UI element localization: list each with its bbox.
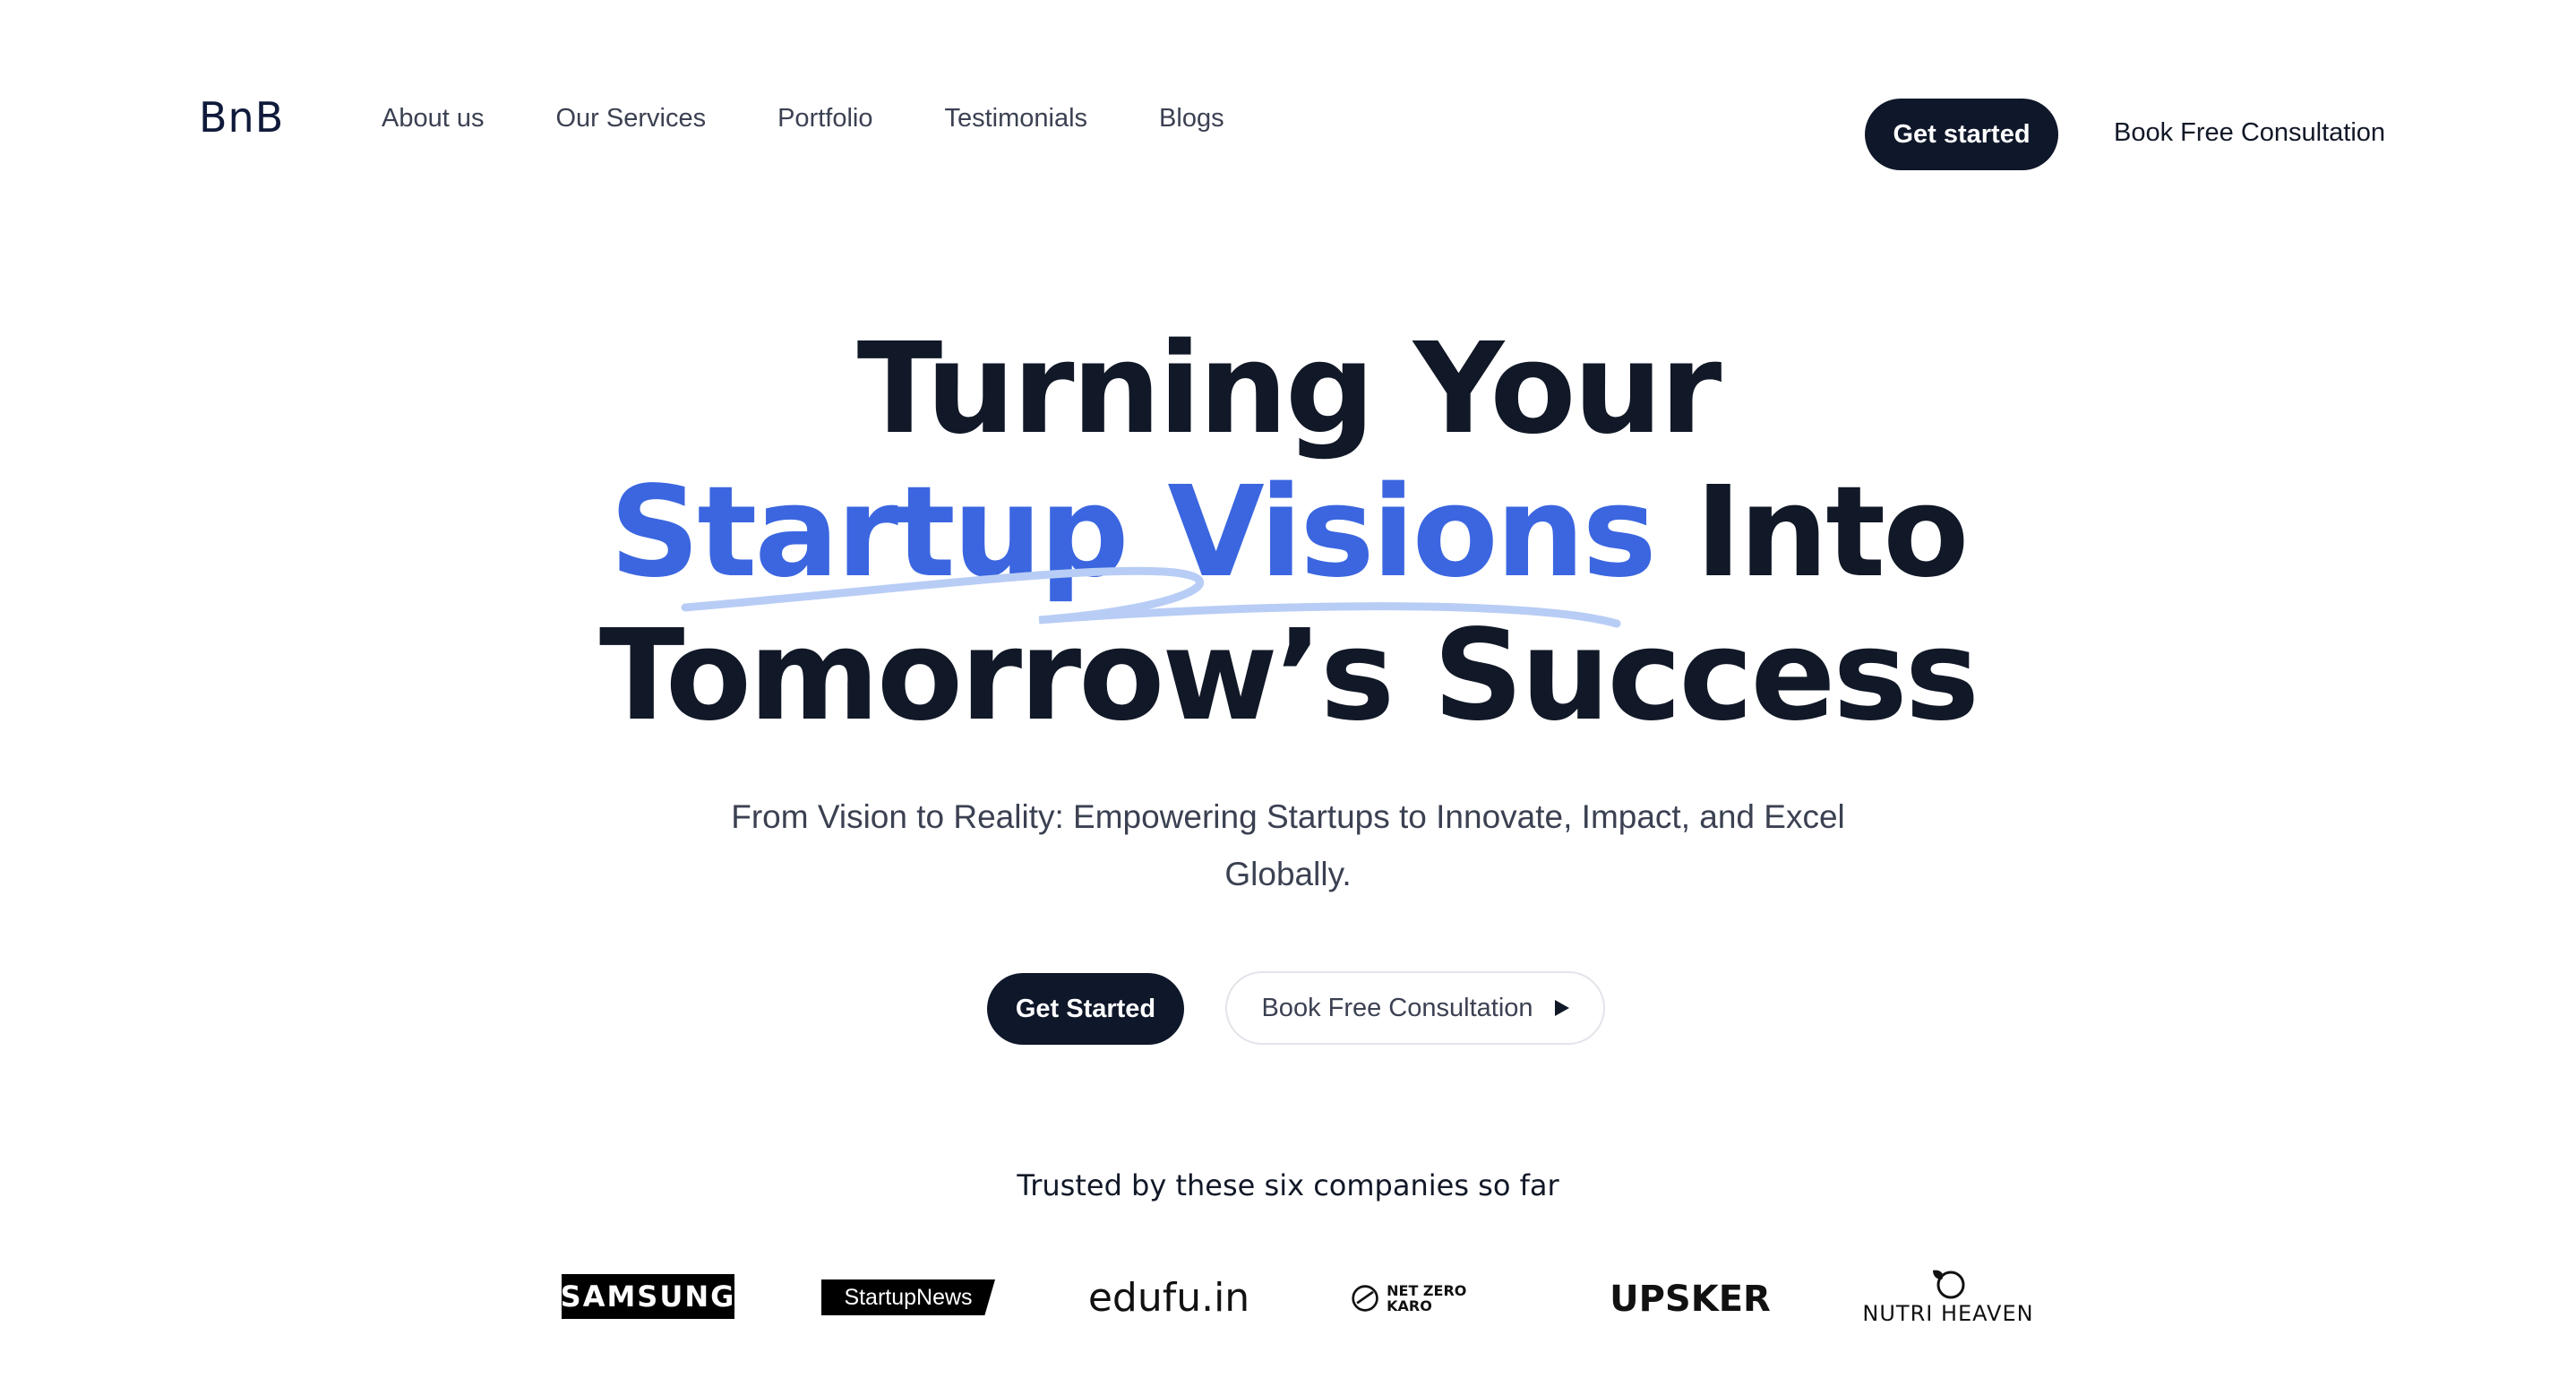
get-started-button[interactable]: Get Started (987, 973, 1184, 1045)
upsker-logo: UPSKER (1610, 1279, 1771, 1320)
trusted-heading: Trusted by these six companies so far (1017, 1168, 1559, 1202)
netzero-globe-icon (1352, 1285, 1378, 1312)
startupnews-logo: StartupNews (821, 1279, 995, 1315)
netzerokaro-logo: NET ZERO KARO (1351, 1276, 1503, 1321)
hero-title-line-3: Tomorrow’s Success (598, 603, 1979, 749)
nutriheaven-text: NUTRI HEAVEN (1862, 1301, 2034, 1326)
nutriheaven-logo: NUTRI HEAVEN (1854, 1262, 2042, 1330)
get-started-header-button[interactable]: Get started (1865, 99, 2058, 170)
book-consultation-button[interactable]: Book Free Consultation (1225, 971, 1605, 1045)
samsung-logo: SAMSUNG (561, 1274, 734, 1319)
play-icon (1554, 1000, 1569, 1016)
netzero-text: NET ZERO KARO (1387, 1282, 1467, 1314)
hero-subtitle: From Vision to Reality: Empowering Start… (731, 798, 1845, 892)
nav-portfolio[interactable]: Portfolio (777, 104, 872, 134)
hero-title-line-1: Turning Your (856, 316, 1722, 462)
brand-logo[interactable]: BnB (199, 93, 284, 142)
nav-blogs[interactable]: Blogs (1159, 104, 1224, 134)
book-consultation-label: Book Free Consultation (1261, 993, 1533, 1022)
hero-title-line-2-rest: Into (1653, 460, 1970, 606)
edufu-logo: edufu.in (1087, 1274, 1250, 1321)
nav-our-services[interactable]: Our Services (555, 104, 706, 134)
nutriheaven-leaf-icon (1933, 1270, 1965, 1299)
main-nav: About us Our Services Portfolio Testimon… (382, 104, 1296, 134)
nav-about-us[interactable]: About us (382, 104, 484, 134)
book-consultation-header-link[interactable]: Book Free Consultation (2114, 118, 2385, 148)
nav-testimonials[interactable]: Testimonials (944, 104, 1087, 134)
